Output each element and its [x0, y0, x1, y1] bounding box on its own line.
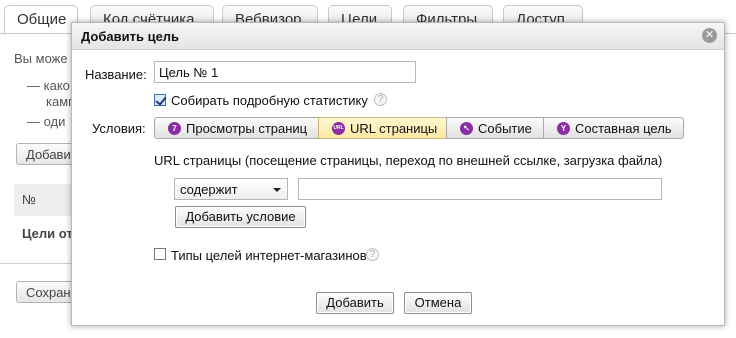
url-condition-description: URL страницы (посещение страницы, перехо…	[154, 153, 663, 168]
close-icon[interactable]: ✕	[702, 28, 717, 43]
pageviews-icon: 7	[168, 122, 181, 135]
add-goal-dialog: Добавить цель ✕ Название: Собирать подро…	[71, 22, 725, 326]
goals-table: № Цели от	[14, 184, 74, 250]
ecommerce-checkbox[interactable]	[154, 248, 166, 260]
condition-label: URL страницы	[350, 121, 438, 136]
intro-text: Вы може	[14, 51, 68, 66]
composite-goal-icon: Y	[557, 122, 570, 135]
condition-event[interactable]: ↖ Событие	[446, 117, 544, 139]
condition-url[interactable]: URL URL страницы	[318, 117, 447, 139]
condition-label: Просмотры страниц	[186, 121, 308, 136]
cancel-button[interactable]: Отмена	[404, 292, 472, 314]
match-type-value: содержит	[180, 182, 238, 197]
match-type-select[interactable]: содержит	[174, 178, 288, 200]
divider	[0, 263, 72, 264]
bullet-text: — оди	[27, 114, 66, 129]
event-icon: ↖	[460, 122, 473, 135]
goal-name-input[interactable]	[154, 61, 416, 83]
table-header-number: №	[14, 184, 74, 216]
tab-general[interactable]: Общие	[4, 5, 78, 35]
conditions-label: Условия:	[92, 121, 146, 136]
name-label: Название:	[85, 67, 147, 82]
help-icon[interactable]: ?	[366, 248, 379, 261]
submit-button[interactable]: Добавить	[316, 292, 394, 314]
condition-label: Составная цель	[575, 121, 672, 136]
chevron-down-icon	[273, 188, 281, 192]
collect-stats-checkbox[interactable]	[154, 94, 166, 106]
url-input[interactable]	[298, 178, 662, 200]
condition-label: Событие	[478, 121, 532, 136]
table-row: Цели от	[22, 226, 73, 241]
bullet-text: — како	[27, 78, 70, 93]
url-icon: URL	[332, 122, 345, 135]
condition-composite[interactable]: Y Составная цель	[543, 117, 684, 139]
collect-stats-label[interactable]: Собирать подробную статистику	[171, 93, 368, 108]
dialog-header: Добавить цель ✕	[72, 23, 724, 50]
ecommerce-label[interactable]: Типы целей интернет-магазинов	[171, 248, 367, 263]
help-icon[interactable]: ?	[374, 93, 387, 106]
dialog-title: Добавить цель	[81, 29, 180, 44]
condition-pageviews[interactable]: 7 Просмотры страниц	[154, 117, 319, 139]
add-condition-button[interactable]: Добавить условие	[175, 206, 306, 228]
